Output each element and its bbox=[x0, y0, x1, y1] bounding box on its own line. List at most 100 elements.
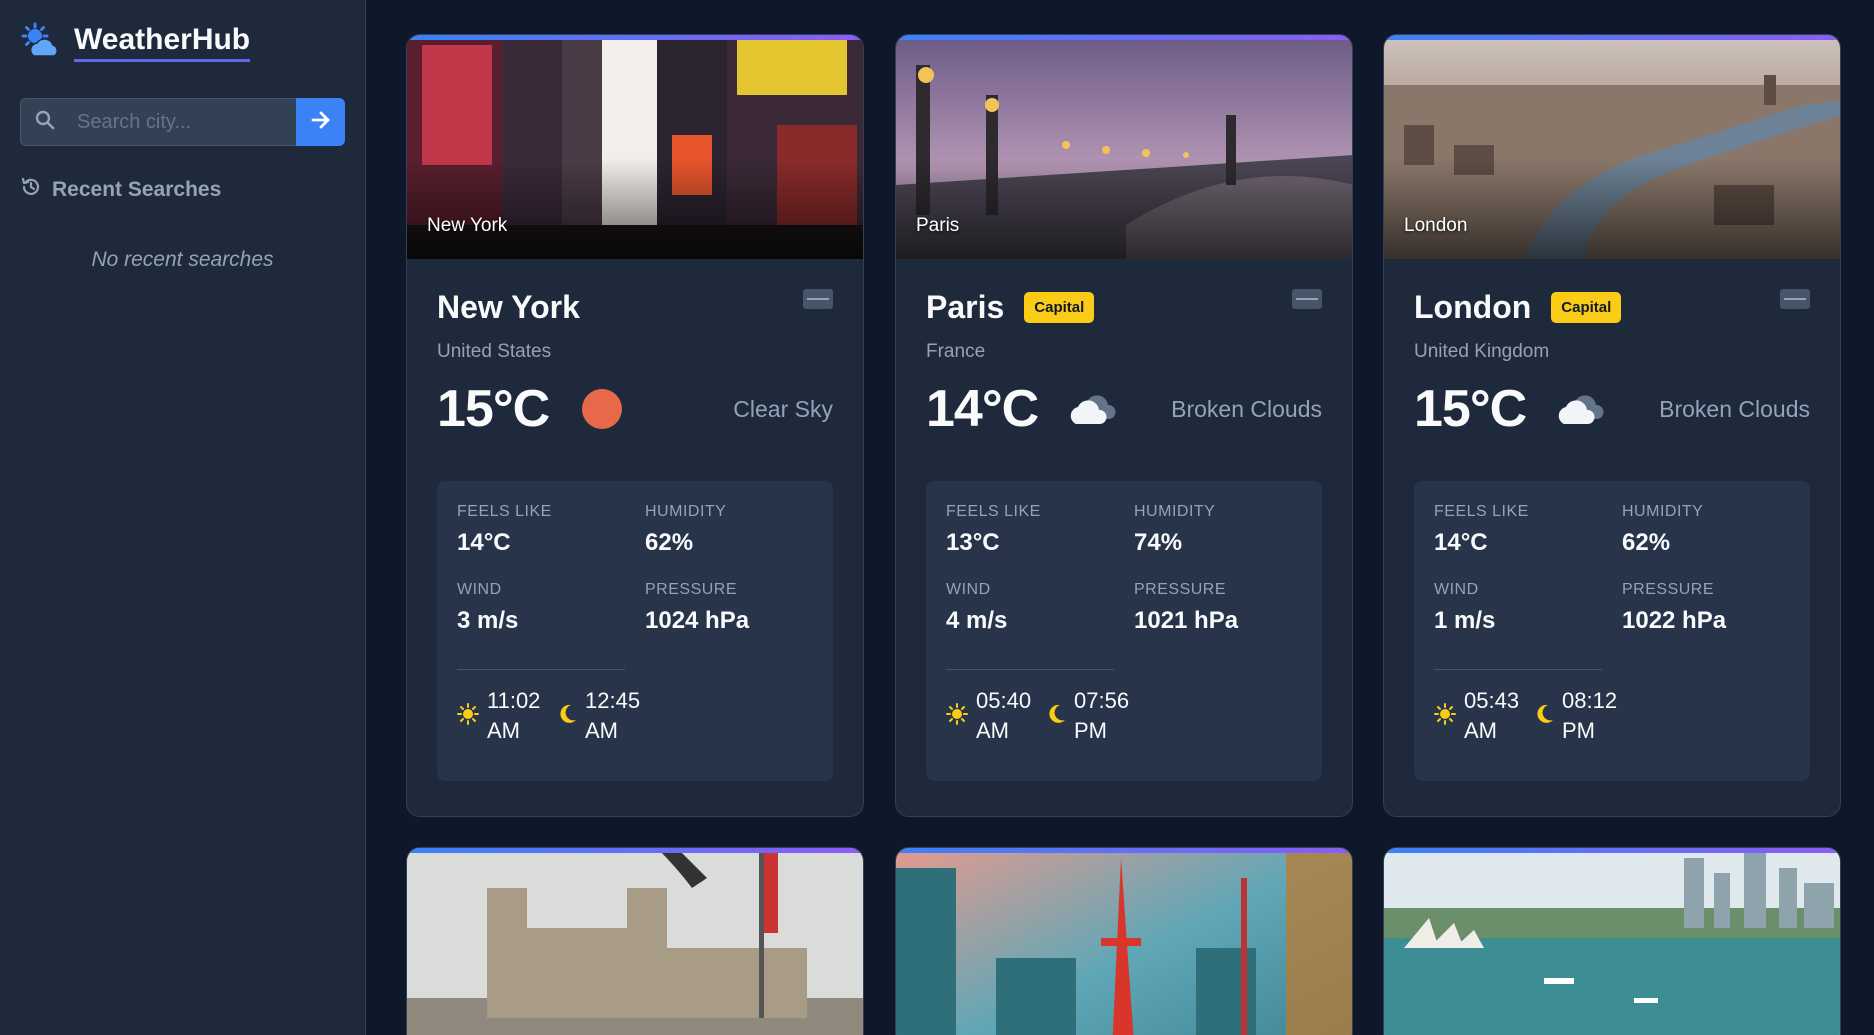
feels-like-stat: FEELS LIKE 13°C bbox=[946, 503, 1134, 557]
wind-stat: WIND 1 m/s bbox=[1434, 581, 1622, 635]
weather-card[interactable] bbox=[895, 847, 1353, 1035]
weather-stats-panel: FEELS LIKE 14°C HUMIDITY 62% WIND 1 m/s PRE… bbox=[1414, 481, 1810, 781]
weather-card[interactable] bbox=[1383, 847, 1841, 1035]
country-name: France bbox=[926, 341, 986, 362]
weather-condition: Clear Sky bbox=[733, 395, 833, 422]
pressure-value: 1024 hPa bbox=[645, 607, 750, 634]
pressure-value: 1021 hPa bbox=[1134, 607, 1239, 634]
sunrise-time: 05:40 AM bbox=[976, 688, 1032, 743]
feels-like-label: FEELS LIKE bbox=[457, 503, 552, 520]
weather-card[interactable] bbox=[406, 847, 864, 1035]
city-name: Paris bbox=[926, 288, 1005, 325]
card-body: New York United States 15°C Clear Sky FE… bbox=[407, 259, 863, 807]
stats-divider bbox=[1434, 669, 1602, 670]
card-accent-bar bbox=[407, 35, 863, 40]
weather-card[interactable]: Paris Paris Capital France 14°C Broken C… bbox=[895, 34, 1353, 817]
weather-card[interactable]: London London Capital United Kingdom 15°… bbox=[1383, 34, 1841, 817]
arrow-right-icon bbox=[310, 109, 332, 136]
search-input[interactable] bbox=[77, 110, 267, 134]
city-photo: London bbox=[1384, 35, 1840, 259]
cathedral-plaza-photo bbox=[407, 848, 863, 1035]
wind-value: 1 m/s bbox=[1434, 607, 1496, 634]
pressure-stat: PRESSURE 1022 hPa bbox=[1622, 581, 1790, 635]
pressure-stat: PRESSURE 1021 hPa bbox=[1134, 581, 1302, 635]
weather-stats-panel: FEELS LIKE 13°C HUMIDITY 74% WIND 4 m/s PRE… bbox=[926, 481, 1322, 781]
clear-sky-icon bbox=[575, 382, 629, 436]
feels-like-stat: FEELS LIKE 14°C bbox=[457, 503, 645, 557]
search-bar bbox=[20, 98, 345, 146]
humidity-value: 74% bbox=[1134, 529, 1183, 556]
wind-value: 4 m/s bbox=[946, 607, 1008, 634]
search-field[interactable] bbox=[20, 98, 296, 146]
sunrise-icon bbox=[1434, 702, 1456, 730]
feels-like-label: FEELS LIKE bbox=[946, 503, 1041, 520]
humidity-value: 62% bbox=[1622, 529, 1671, 556]
humidity-value: 62% bbox=[645, 529, 694, 556]
city-row: New York bbox=[437, 285, 833, 329]
feels-like-stat: FEELS LIKE 14°C bbox=[1434, 503, 1622, 557]
sun-times: 05:43 AM 08:12 PM bbox=[1434, 686, 1790, 746]
city-row: London Capital bbox=[1414, 285, 1810, 329]
wind-label: WIND bbox=[946, 581, 991, 598]
moon-icon bbox=[1536, 704, 1554, 729]
card-menu-button[interactable] bbox=[1780, 289, 1810, 309]
card-body: London Capital United Kingdom 15°C Broke… bbox=[1384, 259, 1840, 807]
temperature-row: 15°C Broken Clouds bbox=[1414, 377, 1810, 441]
humidity-label: HUMIDITY bbox=[645, 503, 727, 520]
history-icon bbox=[20, 176, 42, 204]
sidebar: WeatherHub Recent Searches No recent sea… bbox=[0, 0, 366, 1035]
photo-caption: Paris bbox=[916, 215, 960, 236]
feels-like-value: 13°C bbox=[946, 529, 1000, 556]
search-submit-button[interactable] bbox=[296, 98, 345, 146]
wind-stat: WIND 3 m/s bbox=[457, 581, 645, 635]
weather-condition: Broken Clouds bbox=[1171, 395, 1322, 422]
city-name: New York bbox=[437, 288, 580, 325]
recent-searches-heading: Recent Searches bbox=[20, 176, 345, 204]
harbour-city-photo bbox=[1384, 848, 1840, 1035]
temperature-row: 15°C Clear Sky bbox=[437, 377, 833, 441]
weather-stats-panel: FEELS LIKE 14°C HUMIDITY 62% WIND 3 m/s PRE… bbox=[437, 481, 833, 781]
wind-label: WIND bbox=[457, 581, 502, 598]
sunrise-icon bbox=[946, 702, 968, 730]
card-menu-button[interactable] bbox=[1292, 289, 1322, 309]
recent-searches-empty: No recent searches bbox=[91, 248, 274, 271]
card-accent-bar bbox=[896, 848, 1352, 853]
temperature: 14°C bbox=[926, 380, 1039, 438]
pressure-label: PRESSURE bbox=[1134, 581, 1227, 598]
city-photo: New York bbox=[407, 35, 863, 259]
sunset-time: 12:45 AM bbox=[585, 688, 641, 743]
pressure-label: PRESSURE bbox=[645, 581, 738, 598]
city-photo: Paris bbox=[896, 35, 1352, 259]
pressure-stat: PRESSURE 1024 hPa bbox=[645, 581, 813, 635]
weather-logo-icon bbox=[20, 22, 60, 62]
temperature-row: 14°C Broken Clouds bbox=[926, 377, 1322, 441]
feels-like-value: 14°C bbox=[1434, 529, 1488, 556]
pressure-value: 1022 hPa bbox=[1622, 607, 1727, 634]
sunrise-icon bbox=[457, 702, 479, 730]
city-name: London bbox=[1414, 288, 1532, 325]
card-body: Paris Capital France 14°C Broken Clouds … bbox=[896, 259, 1352, 807]
wind-label: WIND bbox=[1434, 581, 1479, 598]
weather-card[interactable]: New York New York United States 15°C Cle… bbox=[406, 34, 864, 817]
sunset-time: 07:56 PM bbox=[1074, 688, 1130, 743]
sun-times: 05:40 AM 07:56 PM bbox=[946, 686, 1302, 746]
stats-divider bbox=[457, 669, 625, 670]
photo-caption: London bbox=[1404, 215, 1468, 236]
humidity-label: HUMIDITY bbox=[1134, 503, 1216, 520]
card-menu-button[interactable] bbox=[803, 289, 833, 309]
wind-value: 3 m/s bbox=[457, 607, 519, 634]
feels-like-value: 14°C bbox=[457, 529, 511, 556]
city-row: Paris Capital bbox=[926, 285, 1322, 329]
sun-times: 11:02 AM 12:45 AM bbox=[457, 686, 813, 746]
humidity-stat: HUMIDITY 62% bbox=[645, 503, 813, 557]
search-icon bbox=[35, 110, 55, 135]
photo-caption: New York bbox=[427, 215, 508, 236]
capital-badge: Capital bbox=[1551, 291, 1622, 323]
sunrise-time: 05:43 AM bbox=[1464, 688, 1520, 743]
wind-stat: WIND 4 m/s bbox=[946, 581, 1134, 635]
pressure-label: PRESSURE bbox=[1622, 581, 1715, 598]
temperature: 15°C bbox=[437, 380, 550, 438]
country-name: United Kingdom bbox=[1414, 341, 1550, 362]
card-accent-bar bbox=[1384, 848, 1840, 853]
broken-clouds-icon bbox=[1064, 382, 1118, 436]
